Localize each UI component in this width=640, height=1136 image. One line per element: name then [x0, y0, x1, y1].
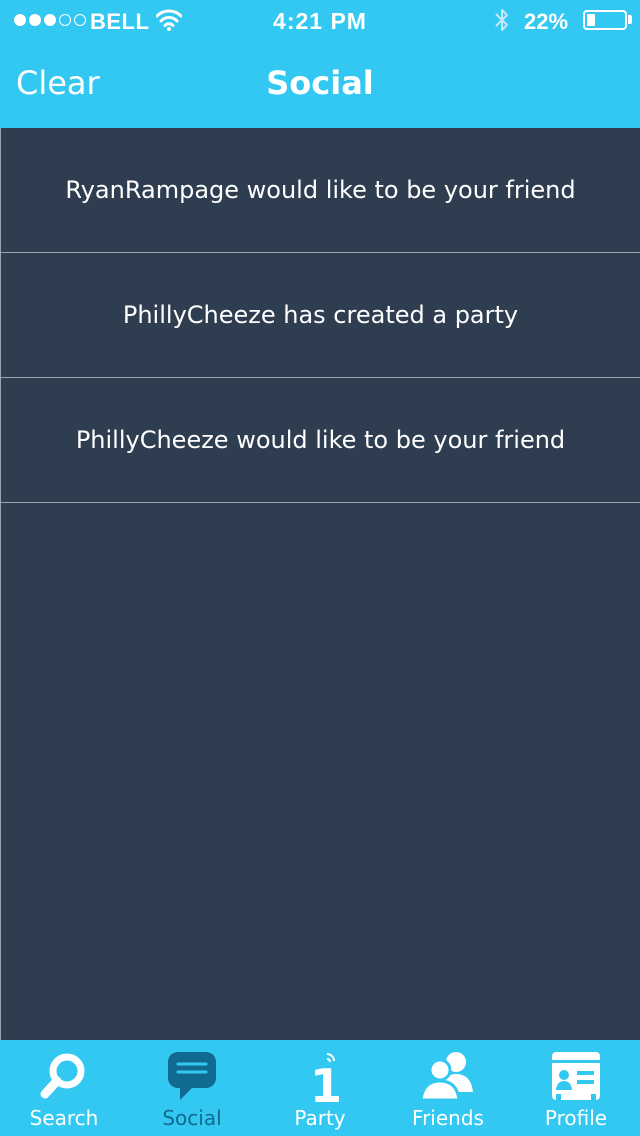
- tab-party[interactable]: 1 Party: [256, 1040, 384, 1136]
- notification-item[interactable]: PhillyCheeze has created a party: [1, 253, 640, 378]
- header: BELL 4:21 PM 22% Clear Social: [0, 0, 640, 128]
- battery-icon: [583, 10, 627, 30]
- search-icon: [36, 1050, 92, 1108]
- tab-search[interactable]: Search: [0, 1040, 128, 1136]
- notification-text: RyanRampage would like to be your friend: [65, 176, 576, 204]
- tab-bar: Search Social 1 Party Friends Profile: [0, 1040, 640, 1136]
- notification-text: PhillyCheeze would like to be your frien…: [75, 426, 566, 454]
- tab-friends[interactable]: Friends: [384, 1040, 512, 1136]
- battery-level: [587, 14, 595, 26]
- tab-label: Search: [29, 1106, 99, 1130]
- navigation-bar: Clear Social: [0, 40, 640, 128]
- tab-label: Profile: [544, 1106, 608, 1130]
- social-screen: BELL 4:21 PM 22% Clear Social RyanRampag…: [0, 0, 640, 1136]
- battery-cap: [628, 15, 632, 24]
- chat-bubble-icon: [166, 1050, 218, 1106]
- battery-percentage: 22%: [524, 9, 569, 34]
- tab-label: Social: [162, 1106, 222, 1130]
- tab-label: Friends: [412, 1106, 484, 1130]
- tab-social[interactable]: Social: [128, 1040, 256, 1136]
- status-bar: BELL 4:21 PM 22%: [0, 0, 640, 40]
- notification-item[interactable]: PhillyCheeze would like to be your frien…: [1, 378, 640, 503]
- bluetooth-icon: [494, 7, 510, 39]
- notification-list: RyanRampage would like to be your friend…: [0, 128, 640, 1040]
- party-one-icon: 1: [300, 1050, 342, 1113]
- svg-text:1: 1: [310, 1059, 340, 1106]
- notification-text: PhillyCheeze has created a party: [122, 301, 519, 329]
- profile-card-icon: [550, 1050, 602, 1106]
- notification-item[interactable]: RyanRampage would like to be your friend: [1, 128, 640, 253]
- friends-icon: [419, 1050, 477, 1106]
- clear-button[interactable]: Clear: [16, 64, 100, 102]
- tab-profile[interactable]: Profile: [512, 1040, 640, 1136]
